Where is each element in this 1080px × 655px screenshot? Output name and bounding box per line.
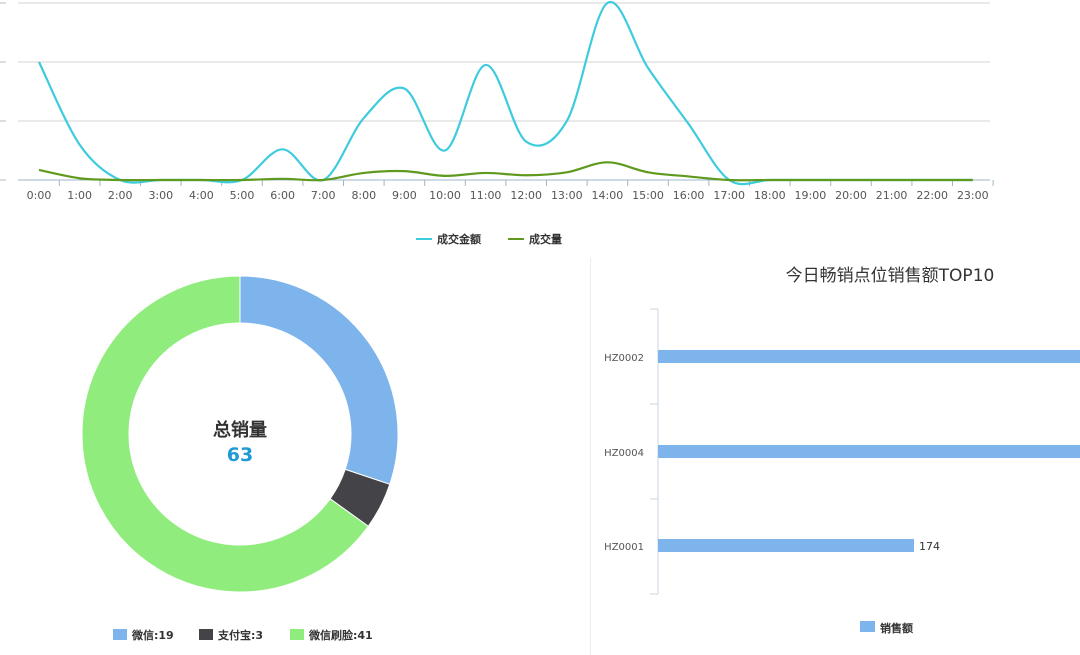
- line-chart-x-axis: 0:00 1:00 2:00 3:00 4:00 5:00 6:00 7:00 8:00 9:00…: [18, 179, 994, 202]
- bar-chart-axis: HZ0002 HZ0004 HZ0001: [604, 308, 659, 595]
- x-tick-label: 4:00: [189, 189, 214, 202]
- x-tick-label: 2:00: [108, 189, 133, 202]
- payment-donut-chart: 总销量 63 微信:19 支付宝:3 微信刷脸:41: [81, 275, 399, 642]
- series-line-1: [38, 161, 973, 182]
- x-tick-label: 14:00: [592, 189, 624, 202]
- y-tick-label: HZ0002: [604, 353, 644, 364]
- bar-data-label: 174: [919, 540, 940, 553]
- series-line-0: [38, 1, 973, 186]
- x-tick-label: 11:00: [470, 189, 502, 202]
- y-tick-label: HZ0001: [604, 542, 644, 553]
- x-tick-label: 12:00: [510, 189, 542, 202]
- x-tick-label: 18:00: [754, 189, 786, 202]
- x-tick-label: 1:00: [67, 189, 92, 202]
- x-tick-label: 22:00: [916, 189, 948, 202]
- legend-swatch[interactable]: [290, 629, 304, 640]
- x-tick-label: 19:00: [795, 189, 827, 202]
- bar-2: [658, 539, 914, 552]
- x-tick-label: 10:00: [429, 189, 461, 202]
- hourly-line-chart: 0:00 1:00 2:00 3:00 4:00 5:00 6:00 7:00 8:00 9:00…: [0, 1, 994, 246]
- x-tick-label: 3:00: [148, 189, 173, 202]
- donut-center-value: 63: [227, 444, 253, 466]
- x-tick-label: 15:00: [632, 189, 664, 202]
- x-tick-label: 5:00: [230, 189, 255, 202]
- line-chart-y-ticks: [0, 2, 6, 181]
- bar-chart-legend[interactable]: 销售额: [860, 621, 913, 635]
- line-chart-legend[interactable]: 成交金额 成交量: [416, 232, 562, 246]
- x-tick-label: 23:00: [957, 189, 989, 202]
- x-tick-label: 13:00: [551, 189, 583, 202]
- bar-chart-title: 今日畅销点位销售额TOP10: [786, 266, 995, 286]
- y-tick-label: HZ0004: [604, 448, 644, 459]
- x-tick-label: 8:00: [351, 189, 376, 202]
- x-tick-label: 16:00: [673, 189, 705, 202]
- donut-slice-0: [239, 275, 399, 485]
- line-chart-series: [38, 1, 973, 186]
- legend-swatch[interactable]: [860, 621, 875, 632]
- legend-label[interactable]: 成交金额: [437, 232, 481, 246]
- legend-label[interactable]: 销售额: [880, 621, 913, 635]
- x-tick-label: 20:00: [835, 189, 867, 202]
- x-tick-label: 6:00: [270, 189, 295, 202]
- top10-bar-chart: 今日畅销点位销售额TOP10 HZ0002 HZ0004 HZ0001 174 销售…: [604, 266, 1080, 635]
- bar-0: [658, 350, 1080, 363]
- bar-chart-bars: 174: [658, 350, 1080, 553]
- legend-label[interactable]: 支付宝:3: [217, 628, 263, 642]
- legend-swatch[interactable]: [199, 629, 213, 640]
- x-tick-label: 17:00: [713, 189, 745, 202]
- legend-label[interactable]: 成交量: [529, 232, 562, 246]
- bar-1: [658, 445, 1080, 458]
- x-tick-label: 0:00: [27, 189, 52, 202]
- donut-center-label: 总销量: [213, 419, 267, 441]
- x-tick-label: 7:00: [311, 189, 336, 202]
- donut-legend[interactable]: 微信:19 支付宝:3 微信刷脸:41: [113, 628, 373, 642]
- legend-swatch[interactable]: [113, 629, 127, 640]
- x-tick-label: 9:00: [392, 189, 417, 202]
- x-tick-label: 21:00: [876, 189, 908, 202]
- legend-label[interactable]: 微信:19: [131, 628, 174, 642]
- dashboard-charts: 0:00 1:00 2:00 3:00 4:00 5:00 6:00 7:00 8:00 9:00…: [0, 1, 1080, 642]
- legend-label[interactable]: 微信刷脸:41: [308, 628, 373, 642]
